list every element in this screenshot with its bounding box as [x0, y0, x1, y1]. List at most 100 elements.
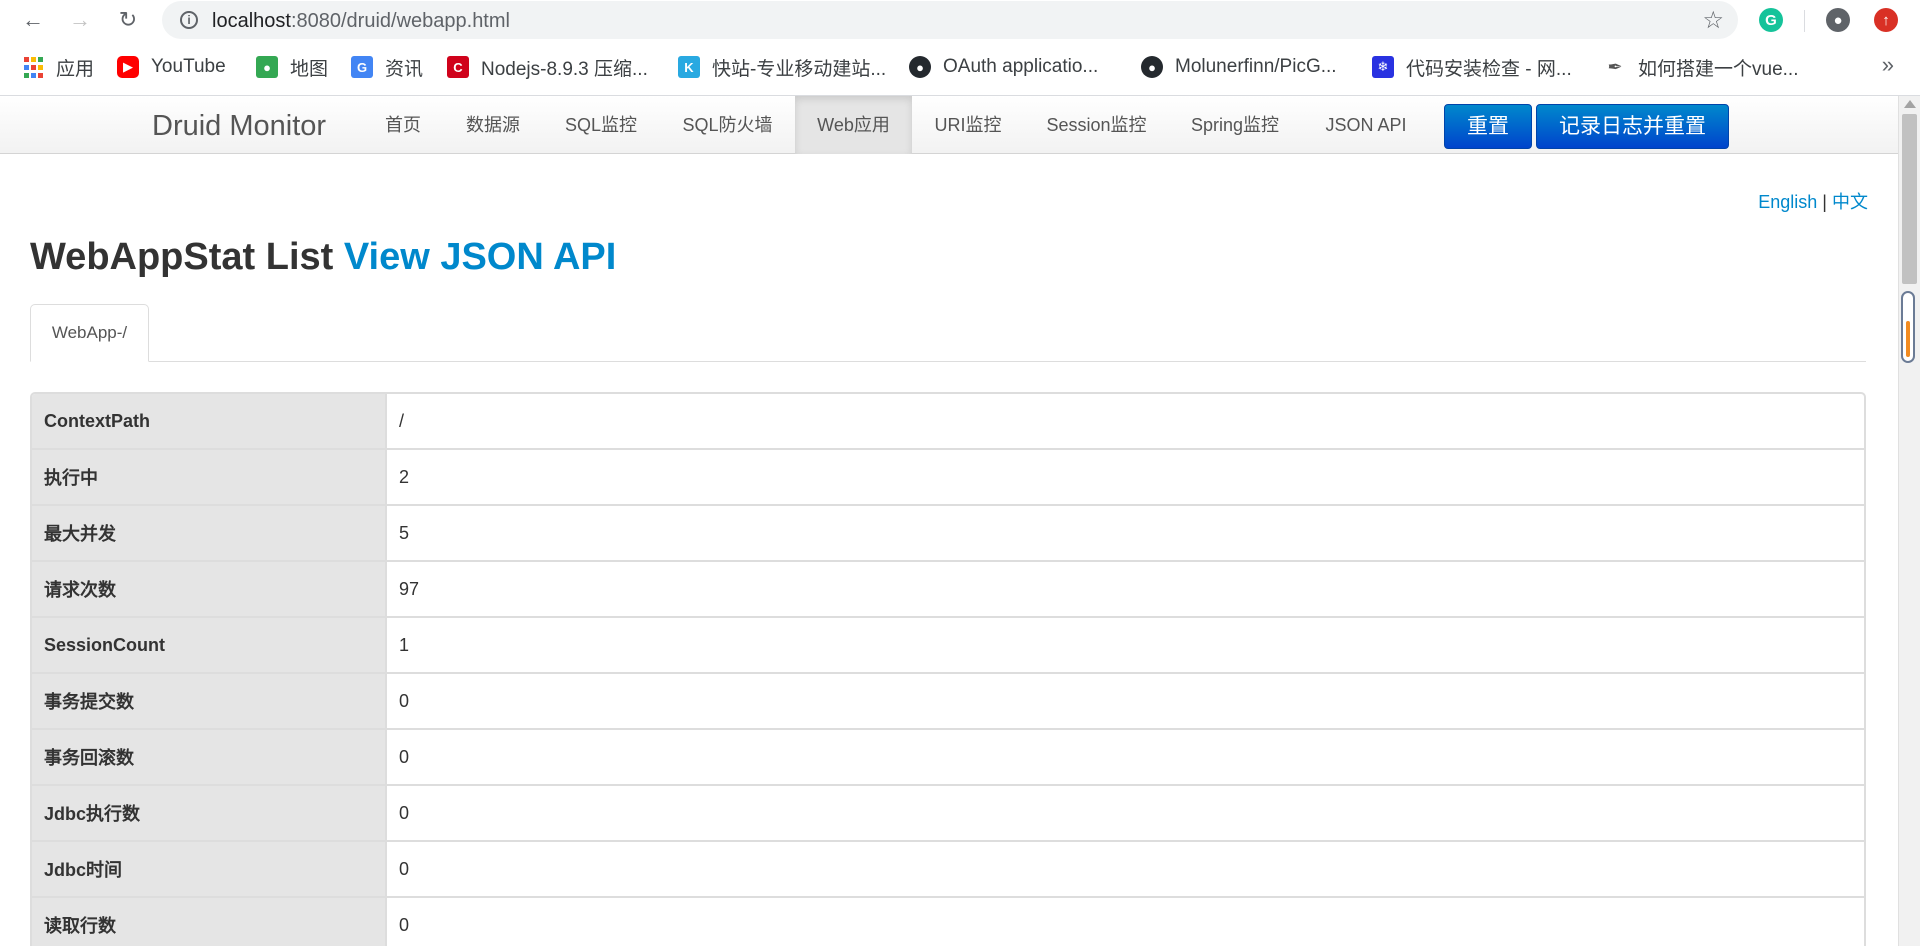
stat-value: 0	[399, 746, 410, 767]
url-text[interactable]: localhost:8080/druid/webapp.html	[212, 10, 510, 33]
kuaizhan-icon: K	[678, 56, 700, 78]
table-row: 请求次数 97	[32, 560, 1864, 616]
chevron-more-icon[interactable]: »	[1882, 52, 1894, 78]
bookmark-label: OAuth applicatio...	[943, 56, 1099, 77]
github-icon: ●	[1141, 56, 1163, 78]
url-path: :8080/druid/webapp.html	[290, 10, 510, 32]
nav-item-webapp[interactable]: Web应用	[795, 96, 912, 154]
nav-item-wall[interactable]: SQL防火墙	[664, 96, 791, 154]
stat-key: 读取行数	[32, 898, 387, 946]
stat-key: 执行中	[32, 450, 387, 504]
stat-value: 0	[399, 858, 410, 879]
update-arrow-icon[interactable]: ↑	[1874, 8, 1898, 32]
bookmark-kuaizhan[interactable]: K 快站-专业移动建站...	[678, 53, 886, 81]
nav-item-sql[interactable]: SQL监控	[547, 96, 655, 154]
stat-key: 事务回滚数	[32, 730, 387, 784]
page-scrollbar[interactable]	[1898, 96, 1920, 946]
stat-key: SessionCount	[32, 618, 387, 672]
nav-item-session[interactable]: Session监控	[1035, 96, 1158, 154]
forward-arrow-icon[interactable]: →	[64, 4, 96, 36]
stat-value: /	[399, 410, 405, 431]
bookmark-label: Nodejs-8.9.3 压缩...	[481, 58, 648, 80]
page-title-text: WebAppStat List	[30, 236, 334, 278]
stat-value: 1	[399, 634, 410, 655]
apps-grid-icon	[22, 56, 44, 78]
table-row: Jdbc时间 0	[32, 840, 1864, 896]
stat-key: Jdbc时间	[32, 842, 387, 896]
feather-icon: ✒	[1607, 56, 1623, 77]
browser-toolbar: ← → ↻ i localhost:8080/druid/webapp.html…	[0, 0, 1920, 40]
bookmark-vue[interactable]: ✒ 如何搭建一个vue...	[1604, 53, 1798, 81]
address-bar[interactable]: i localhost:8080/druid/webapp.html ☆	[162, 1, 1738, 39]
bookmark-oauth[interactable]: ● OAuth applicatio...	[909, 53, 1098, 81]
bookmark-star-icon[interactable]: ☆	[1702, 6, 1724, 35]
stat-key: 最大并发	[32, 506, 387, 560]
stat-value: 2	[399, 466, 410, 487]
bookmark-apps[interactable]: 应用	[22, 53, 94, 81]
nav-item-datasource[interactable]: 数据源	[448, 96, 538, 154]
webapp-tabs: WebApp-/	[30, 304, 1866, 362]
reload-icon[interactable]: ↻	[112, 4, 144, 36]
language-switcher: English | 中文	[1758, 188, 1868, 214]
bookmark-maps[interactable]: ● 地图	[256, 53, 328, 81]
table-row: 最大并发 5	[32, 504, 1864, 560]
bookmark-label: 地图	[290, 58, 329, 80]
reset-button[interactable]: 重置	[1444, 104, 1532, 149]
lang-separator: |	[1822, 192, 1827, 212]
bookmark-label: 快站-专业移动建站...	[712, 58, 887, 80]
log-and-reset-button[interactable]: 记录日志并重置	[1536, 104, 1729, 149]
nav-item-json-api[interactable]: JSON API	[1316, 96, 1416, 154]
top-navbar: Druid Monitor 首页 数据源 SQL监控 SQL防火墙 Web应用 …	[0, 96, 1898, 154]
stat-value: 5	[399, 522, 410, 543]
stat-key: ContextPath	[32, 394, 387, 448]
bookmark-label: YouTube	[151, 56, 226, 77]
bookmark-baidu[interactable]: ❄ 代码安装检查 - 网...	[1372, 53, 1572, 81]
site-info-icon[interactable]: i	[180, 11, 198, 29]
bookmark-picgo[interactable]: ● Molunerfinn/PicG...	[1141, 53, 1337, 81]
stat-key: 事务提交数	[32, 674, 387, 728]
tab-webapp-root[interactable]: WebApp-/	[30, 304, 149, 362]
stat-value: 0	[399, 690, 410, 711]
table-row: ContextPath /	[32, 394, 1864, 448]
table-row: 读取行数 0	[32, 896, 1864, 946]
github-icon: ●	[909, 56, 931, 78]
bookmark-nodejs[interactable]: C Nodejs-8.9.3 压缩...	[447, 53, 648, 81]
news-icon: G	[351, 56, 373, 78]
bookmark-label: 代码安装检查 - 网...	[1406, 58, 1572, 80]
stat-key: Jdbc执行数	[32, 786, 387, 840]
table-row: 事务回滚数 0	[32, 728, 1864, 784]
back-arrow-icon[interactable]: ←	[17, 4, 49, 36]
nav-item-uri[interactable]: URI监控	[921, 96, 1015, 154]
nav-item-spring[interactable]: Spring监控	[1180, 96, 1290, 154]
bookmark-label: 资讯	[385, 58, 424, 80]
bookmark-youtube[interactable]: ▶ YouTube	[117, 53, 226, 81]
brand-title[interactable]: Druid Monitor	[152, 110, 326, 143]
scroll-up-arrow-icon[interactable]	[1904, 100, 1916, 108]
baidu-paw-icon: ❄	[1372, 56, 1394, 78]
url-host: localhost	[212, 10, 291, 32]
bookmarks-bar: 应用 ▶ YouTube ● 地图 G 资讯 C Nodejs-8.9.3 压缩…	[0, 40, 1920, 96]
webapp-stat-table: ContextPath / 执行中 2 最大并发 5 请求次数 97 Sessi…	[30, 392, 1866, 946]
lang-english-link[interactable]: English	[1758, 192, 1817, 212]
table-row: 事务提交数 0	[32, 672, 1864, 728]
stat-value: 0	[399, 914, 410, 935]
table-row: SessionCount 1	[32, 616, 1864, 672]
druid-page: Druid Monitor 首页 数据源 SQL监控 SQL防火墙 Web应用 …	[0, 96, 1898, 946]
maps-icon: ●	[256, 56, 278, 78]
grammarly-extension-icon[interactable]: G	[1759, 8, 1783, 32]
toolbar-divider	[1804, 10, 1805, 32]
lang-chinese-link[interactable]: 中文	[1832, 192, 1868, 212]
nav-item-home[interactable]: 首页	[366, 96, 440, 154]
stat-key: 请求次数	[32, 562, 387, 616]
stat-value: 0	[399, 802, 410, 823]
bookmark-label: Molunerfinn/PicG...	[1175, 56, 1337, 77]
scroll-thumb[interactable]	[1902, 114, 1917, 284]
profile-avatar-icon[interactable]: ●	[1826, 8, 1850, 32]
view-json-api-link[interactable]: View JSON API	[344, 236, 616, 278]
scroll-marker-icon	[1901, 291, 1915, 363]
youtube-icon: ▶	[117, 56, 139, 78]
page-title: WebAppStat List View JSON API	[30, 236, 616, 279]
table-row: Jdbc执行数 0	[32, 784, 1864, 840]
bookmark-news[interactable]: G 资讯	[351, 53, 423, 81]
bookmark-label: 应用	[56, 58, 95, 80]
